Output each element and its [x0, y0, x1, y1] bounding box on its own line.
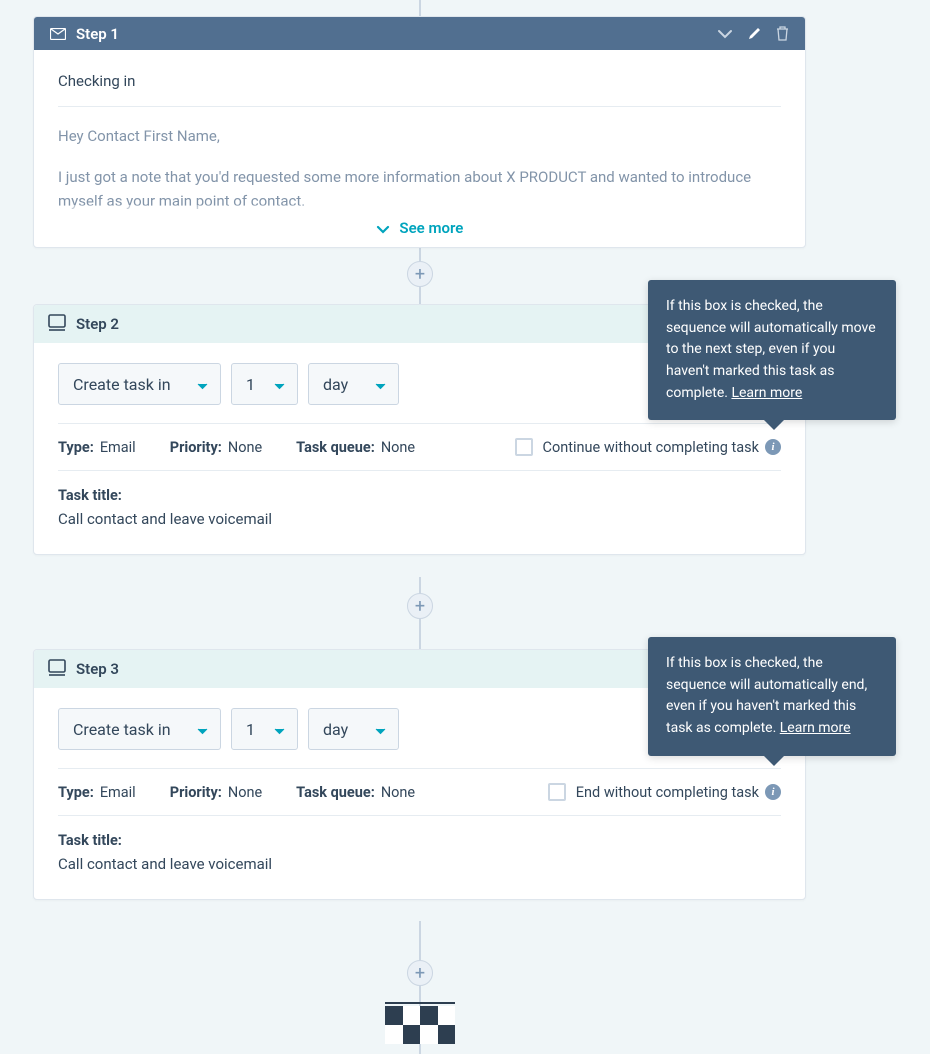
- connector-line: [419, 0, 421, 16]
- see-more-button[interactable]: See more: [34, 205, 805, 237]
- see-more-label: See more: [399, 219, 463, 237]
- action-dropdown[interactable]: Create task in: [58, 363, 221, 405]
- task-title-value: Call contact and leave voicemail: [58, 855, 781, 873]
- task-meta-row: Type: Email Priority: None Task queue: N…: [58, 423, 781, 471]
- action-dropdown-value: Create task in: [73, 375, 181, 394]
- queue-value: None: [381, 439, 415, 456]
- priority-value: None: [228, 784, 262, 801]
- step-3-title: Step 3: [76, 660, 119, 678]
- step-1-title: Step 1: [76, 25, 119, 43]
- type-value: Email: [100, 439, 136, 456]
- action-dropdown[interactable]: Create task in: [58, 708, 221, 750]
- step-1-header: Step 1: [34, 17, 805, 50]
- continue-checkbox-label: Continue without completing task: [543, 439, 759, 456]
- priority-value: None: [228, 439, 262, 456]
- queue-value: None: [381, 784, 415, 801]
- priority-label: Priority:: [170, 439, 222, 456]
- count-dropdown-value: 1: [246, 375, 258, 394]
- caret-down-icon: [375, 375, 386, 394]
- step-1-body: Checking in Hey Contact First Name, I ju…: [34, 50, 805, 247]
- divider: [58, 106, 781, 107]
- caret-down-icon: [197, 720, 208, 739]
- add-step-button[interactable]: +: [407, 261, 433, 287]
- unit-dropdown[interactable]: day: [308, 363, 399, 405]
- queue-label: Task queue:: [296, 784, 375, 801]
- email-icon: [50, 28, 66, 40]
- task-icon: [48, 659, 66, 680]
- type-label: Type:: [58, 784, 94, 801]
- unit-dropdown[interactable]: day: [308, 708, 399, 750]
- learn-more-link[interactable]: Learn more: [731, 385, 802, 401]
- email-subject: Checking in: [58, 72, 781, 90]
- count-dropdown[interactable]: 1: [231, 708, 298, 750]
- collapse-button[interactable]: [717, 29, 733, 39]
- caret-down-icon: [375, 720, 386, 739]
- continue-checkbox[interactable]: Continue without completing task: [515, 438, 765, 456]
- unit-dropdown-value: day: [323, 375, 359, 394]
- step-2-title: Step 2: [76, 315, 119, 333]
- email-greeting: Hey Contact First Name,: [58, 125, 781, 148]
- delete-button[interactable]: [776, 26, 789, 41]
- task-title-label: Task title:: [58, 832, 781, 849]
- checkbox-box: [548, 783, 566, 801]
- info-icon[interactable]: i: [765, 439, 781, 455]
- queue-label: Task queue:: [296, 439, 375, 456]
- caret-down-icon: [274, 375, 285, 394]
- task-title-value: Call contact and leave voicemail: [58, 510, 781, 528]
- info-icon[interactable]: i: [765, 784, 781, 800]
- task-title-label: Task title:: [58, 487, 781, 504]
- count-dropdown-value: 1: [246, 720, 258, 739]
- caret-down-icon: [274, 720, 285, 739]
- tooltip-end: If this box is checked, the sequence wil…: [648, 637, 896, 756]
- type-label: Type:: [58, 439, 94, 456]
- action-dropdown-value: Create task in: [73, 720, 181, 739]
- task-meta-row: Type: Email Priority: None Task queue: N…: [58, 768, 781, 816]
- priority-label: Priority:: [170, 784, 222, 801]
- tooltip-continue: If this box is checked, the sequence wil…: [648, 280, 896, 420]
- edit-button[interactable]: [747, 26, 762, 41]
- finish-flag-icon: [385, 1002, 455, 1054]
- caret-down-icon: [197, 375, 208, 394]
- add-step-button[interactable]: +: [407, 593, 433, 619]
- learn-more-link[interactable]: Learn more: [780, 720, 851, 736]
- count-dropdown[interactable]: 1: [231, 363, 298, 405]
- end-checkbox-label: End without completing task: [576, 784, 759, 801]
- checkbox-box: [515, 438, 533, 456]
- unit-dropdown-value: day: [323, 720, 359, 739]
- add-step-button[interactable]: +: [407, 960, 433, 986]
- task-icon: [48, 314, 66, 335]
- email-preview: Hey Contact First Name, I just got a not…: [58, 125, 781, 213]
- type-value: Email: [100, 784, 136, 801]
- step-1-card: Step 1 Checking in Hey Contact First Nam…: [33, 16, 806, 248]
- end-checkbox[interactable]: End without completing task: [548, 783, 765, 801]
